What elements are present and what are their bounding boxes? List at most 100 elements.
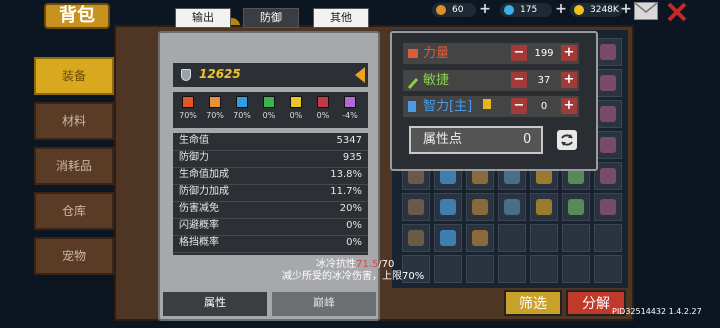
add-gem-button[interactable]: + <box>555 2 567 16</box>
physical-gem-icon <box>317 96 329 108</box>
table-row: 伤害减免 20% <box>173 201 368 219</box>
gold-counter: 3248K <box>570 3 622 17</box>
item-icon <box>504 199 520 215</box>
fire-resist: 70% <box>175 92 201 120</box>
inventory-slot[interactable] <box>594 255 622 283</box>
stat-value: 11.7% <box>330 186 362 197</box>
attr-name: 敏捷 <box>423 73 450 88</box>
table-row: 闪避概率 0% <box>173 218 368 236</box>
inventory-slot[interactable] <box>594 100 622 128</box>
reset-points-icon[interactable] <box>557 130 577 150</box>
inventory-slot[interactable] <box>466 193 494 221</box>
meat-counter: 60 <box>432 3 476 17</box>
tab-consumables[interactable]: 消耗品 <box>34 147 114 185</box>
inventory-slot[interactable] <box>402 224 430 252</box>
version-label: PID32514432 1.4.2.27 <box>612 307 702 316</box>
attribute-points-box: 属性点 0 <box>409 126 543 154</box>
gem-counter: 175 <box>500 3 552 17</box>
stats-table: 生命值 5347 防御力 935 生命值加成 13.8% 防御力加成 11.7% 伤害减… <box>173 133 368 255</box>
item-icon <box>440 230 456 246</box>
inventory-slot[interactable] <box>530 193 558 221</box>
arcane-resist: -4% <box>337 92 363 120</box>
ice-resist-value: 70% <box>233 111 251 120</box>
inventory-slot[interactable] <box>562 193 590 221</box>
decrease-agility-button[interactable]: − <box>511 72 527 88</box>
table-row: 防御力 935 <box>173 150 368 168</box>
strength-icon <box>408 49 418 58</box>
attr-row-strength: 力量 − 199 + <box>403 43 579 64</box>
inventory-slot[interactable] <box>594 69 622 97</box>
lightning-resist: 0% <box>283 92 309 120</box>
tab-output[interactable]: 输出 <box>175 8 231 28</box>
filter-button[interactable]: 筛选 <box>504 290 562 316</box>
inventory-slot[interactable] <box>562 255 590 283</box>
add-gold-button[interactable]: + <box>620 2 632 16</box>
meat-icon <box>436 5 446 15</box>
decrease-strength-button[interactable]: − <box>511 45 527 61</box>
attr-row-intellect: 智力[主] − 0 + <box>403 96 579 117</box>
shield-icon <box>181 69 191 81</box>
item-icon <box>600 75 616 91</box>
inventory-slot[interactable] <box>498 193 526 221</box>
attr-points-value: 0 <box>523 132 532 147</box>
lightning-resist-value: 0% <box>289 111 303 120</box>
inventory-slot[interactable] <box>434 255 462 283</box>
attr-name: 智力[主] <box>423 99 473 114</box>
table-row: 生命值 5347 <box>173 133 368 151</box>
inventory-slot[interactable] <box>530 224 558 252</box>
collapse-arrow-icon[interactable] <box>355 67 365 83</box>
increase-intellect-button[interactable]: + <box>561 98 577 114</box>
tab-peak[interactable]: 巅峰 <box>272 292 376 316</box>
tab-materials[interactable]: 材料 <box>34 102 114 140</box>
stat-value: 20% <box>339 203 362 214</box>
fire-resist-value: 70% <box>179 111 197 120</box>
inventory-slot[interactable] <box>498 224 526 252</box>
inventory-slot[interactable] <box>594 193 622 221</box>
poison-gem-icon <box>263 96 275 108</box>
inventory-slot[interactable] <box>402 193 430 221</box>
tab-defense[interactable]: 防御 <box>243 8 299 28</box>
item-icon <box>440 199 456 215</box>
physical-resist-value: 0% <box>316 111 330 120</box>
stat-value: 0% <box>346 220 362 231</box>
inventory-slot[interactable] <box>594 38 622 66</box>
inventory-slot[interactable] <box>594 131 622 159</box>
decrease-intellect-button[interactable]: − <box>511 98 527 114</box>
stat-value: 935 <box>342 152 362 163</box>
poison-resist: 0% <box>256 92 282 120</box>
gold-value: 3248K <box>590 5 619 15</box>
increase-agility-button[interactable]: + <box>561 72 577 88</box>
stat-name: 伤害减免 <box>179 203 219 214</box>
item-icon <box>600 137 616 153</box>
tab-equipment[interactable]: 装备 <box>34 57 114 95</box>
ice-gem-icon <box>236 96 248 108</box>
gem-icon <box>504 5 514 15</box>
burn-resist-value: 70% <box>206 111 224 120</box>
page-title: 背包 <box>44 3 110 29</box>
item-icon <box>472 230 488 246</box>
burn-gem-icon <box>209 96 221 108</box>
mail-icon[interactable] <box>634 2 658 20</box>
inventory-slot[interactable] <box>466 224 494 252</box>
inventory-slot[interactable] <box>434 224 462 252</box>
inventory-slot[interactable] <box>434 193 462 221</box>
tab-other[interactable]: 其他 <box>313 8 369 28</box>
inventory-slot[interactable] <box>530 255 558 283</box>
meat-value: 60 <box>452 5 464 15</box>
attr-name: 力量 <box>423 46 450 61</box>
tab-warehouse[interactable]: 仓库 <box>34 192 114 230</box>
close-icon[interactable] <box>666 1 688 23</box>
inventory-slot[interactable] <box>498 255 526 283</box>
lightning-gem-icon <box>290 96 302 108</box>
inventory-slot[interactable] <box>594 162 622 190</box>
inventory-slot[interactable] <box>594 224 622 252</box>
tab-attributes[interactable]: 属性 <box>163 292 267 316</box>
tab-pets[interactable]: 宠物 <box>34 237 114 275</box>
inventory-slot[interactable] <box>466 255 494 283</box>
stat-name: 生命值加成 <box>179 169 229 180</box>
increase-strength-button[interactable]: + <box>561 45 577 61</box>
resistance-row: 70% 70% 70% 0% 0% 0% -4% <box>173 92 368 128</box>
inventory-slot[interactable] <box>562 224 590 252</box>
attr-value: 0 <box>540 101 548 112</box>
add-meat-button[interactable]: + <box>479 2 491 16</box>
